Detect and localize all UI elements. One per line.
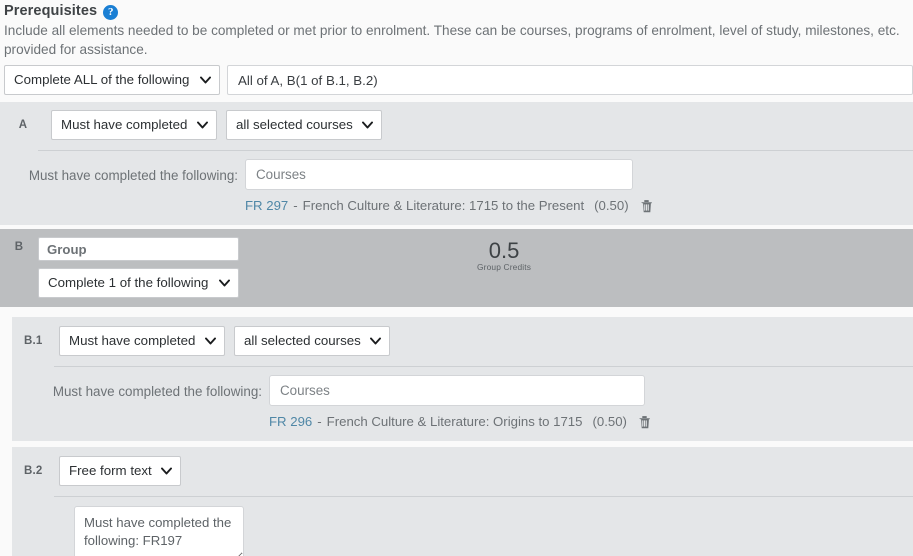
- b1-scope-wrap: all selected courses: [234, 326, 390, 356]
- course-credits: (0.50): [594, 198, 629, 213]
- b1-controls: B.1 Must have completed all selected cou…: [12, 326, 913, 356]
- group-b-fields: Complete 1 of the following: [38, 237, 239, 298]
- b1-course-block: Must have completed the following: FR 29…: [12, 367, 913, 429]
- group-rule-wrap: Complete 1 of the following: [38, 268, 239, 298]
- course-title: French Culture & Literature: Origins to …: [326, 414, 583, 429]
- subsection-b1-tag: B.1: [24, 335, 43, 347]
- b2-condition-wrap: Free form text: [59, 456, 181, 486]
- section-a-course-row: Must have completed the following: FR 29…: [0, 159, 913, 213]
- group-credits: 0.5 Group Credits: [477, 237, 532, 273]
- section-a-courses-input[interactable]: [245, 159, 633, 190]
- course-credits: (0.50): [592, 414, 627, 429]
- section-a-scope-select[interactable]: all selected courses: [226, 110, 382, 140]
- b1-condition-wrap: Must have completed: [59, 326, 225, 356]
- requirement-subsection-b2: B.2 Free form text: [12, 447, 913, 556]
- b1-course-fields: FR 296 - French Culture & Literature: Or…: [269, 375, 651, 429]
- prerequisites-panel: Prerequisites ? Include all elements nee…: [0, 0, 913, 556]
- section-a-course-block: Must have completed the following: FR 29…: [0, 151, 913, 213]
- prerequisite-rule-select[interactable]: Complete ALL of the following: [4, 65, 220, 95]
- section-a-scope-wrap: all selected courses: [226, 110, 382, 140]
- b1-courses-input[interactable]: [269, 375, 645, 406]
- section-a-condition-select[interactable]: Must have completed: [51, 110, 217, 140]
- trash-icon[interactable]: [638, 415, 651, 429]
- group-credits-value: 0.5: [488, 238, 520, 263]
- course-separator: -: [317, 414, 322, 429]
- group-credits-label: Group Credits: [477, 262, 532, 272]
- course-code[interactable]: FR 297: [245, 198, 288, 213]
- section-a-course-label: Must have completed the following:: [28, 168, 238, 183]
- requirement-section-a: A Must have completed all selected cours…: [0, 102, 913, 225]
- section-a-controls: A Must have completed all selected cours…: [0, 110, 913, 140]
- b2-text-block: [12, 497, 913, 556]
- group-b-header: B Complete 1 of the following 0.5 Group …: [0, 229, 913, 307]
- subsection-b2-tag: B.2: [24, 465, 43, 477]
- section-a-course-fields: FR 297 - French Culture & Literature: 17…: [245, 159, 653, 213]
- course-title: French Culture & Literature: 1715 to the…: [302, 198, 585, 213]
- rule-select-wrap: Complete ALL of the following: [4, 65, 220, 95]
- course-list-item: FR 297 - French Culture & Literature: 17…: [245, 190, 653, 213]
- page-title: Prerequisites: [4, 3, 98, 19]
- b1-condition-select[interactable]: Must have completed: [59, 326, 225, 356]
- group-rule-select[interactable]: Complete 1 of the following: [38, 268, 239, 298]
- course-code[interactable]: FR 296: [269, 414, 312, 429]
- course-separator: -: [293, 198, 298, 213]
- prerequisite-summary-input[interactable]: [227, 65, 913, 95]
- group-b-tag: B: [14, 241, 24, 253]
- course-list-item: FR 296 - French Culture & Literature: Or…: [269, 406, 651, 429]
- group-b-subsections: B.1 Must have completed all selected cou…: [0, 311, 913, 556]
- trash-icon[interactable]: [640, 199, 653, 213]
- help-circle-icon[interactable]: ?: [103, 4, 119, 20]
- requirement-subsection-b1: B.1 Must have completed all selected cou…: [12, 317, 913, 441]
- header-title-row: Prerequisites ?: [4, 3, 905, 20]
- b2-condition-select[interactable]: Free form text: [59, 456, 181, 486]
- b1-course-label: Must have completed the following:: [52, 384, 262, 399]
- b2-controls: B.2 Free form text: [12, 456, 913, 486]
- b1-course-row: Must have completed the following: FR 29…: [12, 375, 913, 429]
- group-name-input[interactable]: [38, 237, 239, 261]
- section-a-tag: A: [18, 119, 28, 131]
- section-a-condition-wrap: Must have completed: [51, 110, 217, 140]
- group-b-left: B Complete 1 of the following: [0, 237, 239, 298]
- header-description: Include all elements needed to be comple…: [4, 23, 900, 57]
- b2-freeform-textarea[interactable]: [74, 506, 244, 556]
- b1-scope-select[interactable]: all selected courses: [234, 326, 390, 356]
- prerequisite-rule-row: Complete ALL of the following: [0, 59, 913, 102]
- prerequisites-header: Prerequisites ? Include all elements nee…: [0, 0, 913, 59]
